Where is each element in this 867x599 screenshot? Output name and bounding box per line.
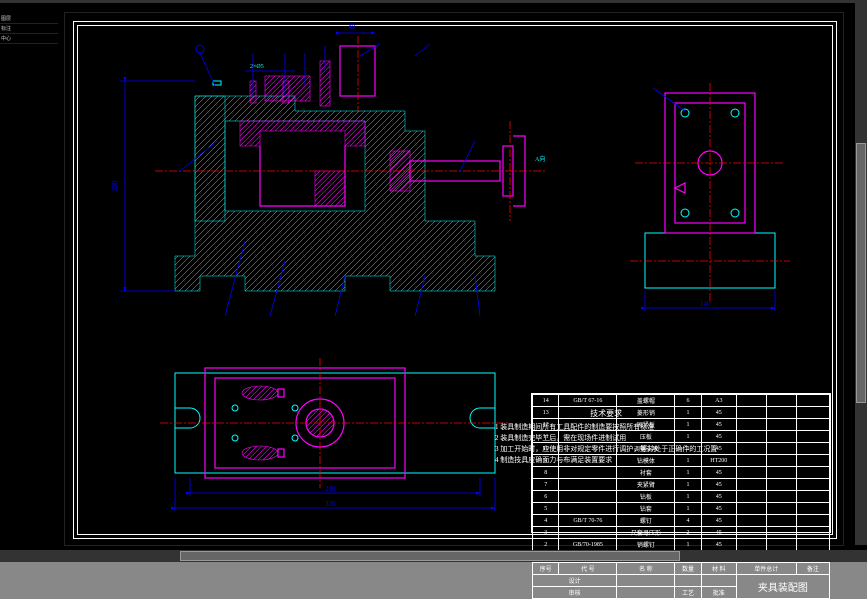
scroll-thumb[interactable]	[180, 551, 680, 561]
bom-row: 7夹紧臂145	[533, 479, 830, 491]
dim-200: 200	[111, 180, 119, 191]
dim-140: 140	[700, 300, 711, 308]
bom-row: 8衬套145	[533, 467, 830, 479]
bom-row: 2GB/70-1985销螺钉145	[533, 539, 830, 551]
bom-row: 4GB/T 70-76螺钉445	[533, 515, 830, 527]
callout-a: A向	[535, 155, 545, 163]
bom-row: 5钻套145	[533, 503, 830, 515]
bom-row: 11压板145	[533, 431, 830, 443]
bom-row: 3尺套弓压形245	[533, 527, 830, 539]
side-view: 140	[630, 83, 790, 311]
bom-row: 12固紧板145	[533, 419, 830, 431]
bom-row: 9钻模体1HT200	[533, 455, 830, 467]
dim-290: 290	[325, 485, 336, 493]
scroll-thumb[interactable]	[856, 143, 866, 403]
layer-item[interactable]: 中心	[0, 34, 58, 44]
bom-row: 14GB/T 67-16盖螺帽6A3	[533, 395, 830, 407]
bom-header: 序号代 号名 称数量材 料单件总计备注	[533, 563, 830, 575]
dim-326: 326	[325, 500, 336, 508]
main-view: 200 40 2×Ø5 A向	[111, 23, 545, 316]
dim-40: 40	[348, 23, 356, 31]
layer-panel[interactable]: 图层 标注 中心	[0, 14, 58, 544]
top-view: 290 326	[160, 358, 510, 511]
title-block: 14GB/T 67-16盖螺帽6A3 13菱形销145 12固紧板145 11压…	[531, 393, 831, 533]
layer-item[interactable]: 标注	[0, 24, 58, 34]
drawing-canvas[interactable]: 200 40 2×Ø5 A向 290 326 140 技术要求 1 装具制造期间…	[64, 12, 844, 546]
hole-note: 2×Ø5	[250, 64, 264, 70]
scrollbar-horizontal[interactable]	[0, 550, 867, 562]
menu-bar[interactable]	[0, 0, 867, 3]
app-window: 图层 标注 中心 200 40 2×Ø5 A向 290 326 140 技术要求…	[0, 0, 867, 562]
bom-row: 13菱形销145	[533, 407, 830, 419]
bom-row: 6钻板145	[533, 491, 830, 503]
bom-table: 14GB/T 67-16盖螺帽6A3 13菱形销145 12固紧板145 11压…	[532, 394, 830, 599]
scrollbar-vertical[interactable]	[855, 3, 867, 545]
bom-row: 10调整支承145	[533, 443, 830, 455]
title-row: 设计夹具装配图	[533, 575, 830, 587]
layer-item[interactable]: 图层	[0, 14, 58, 24]
